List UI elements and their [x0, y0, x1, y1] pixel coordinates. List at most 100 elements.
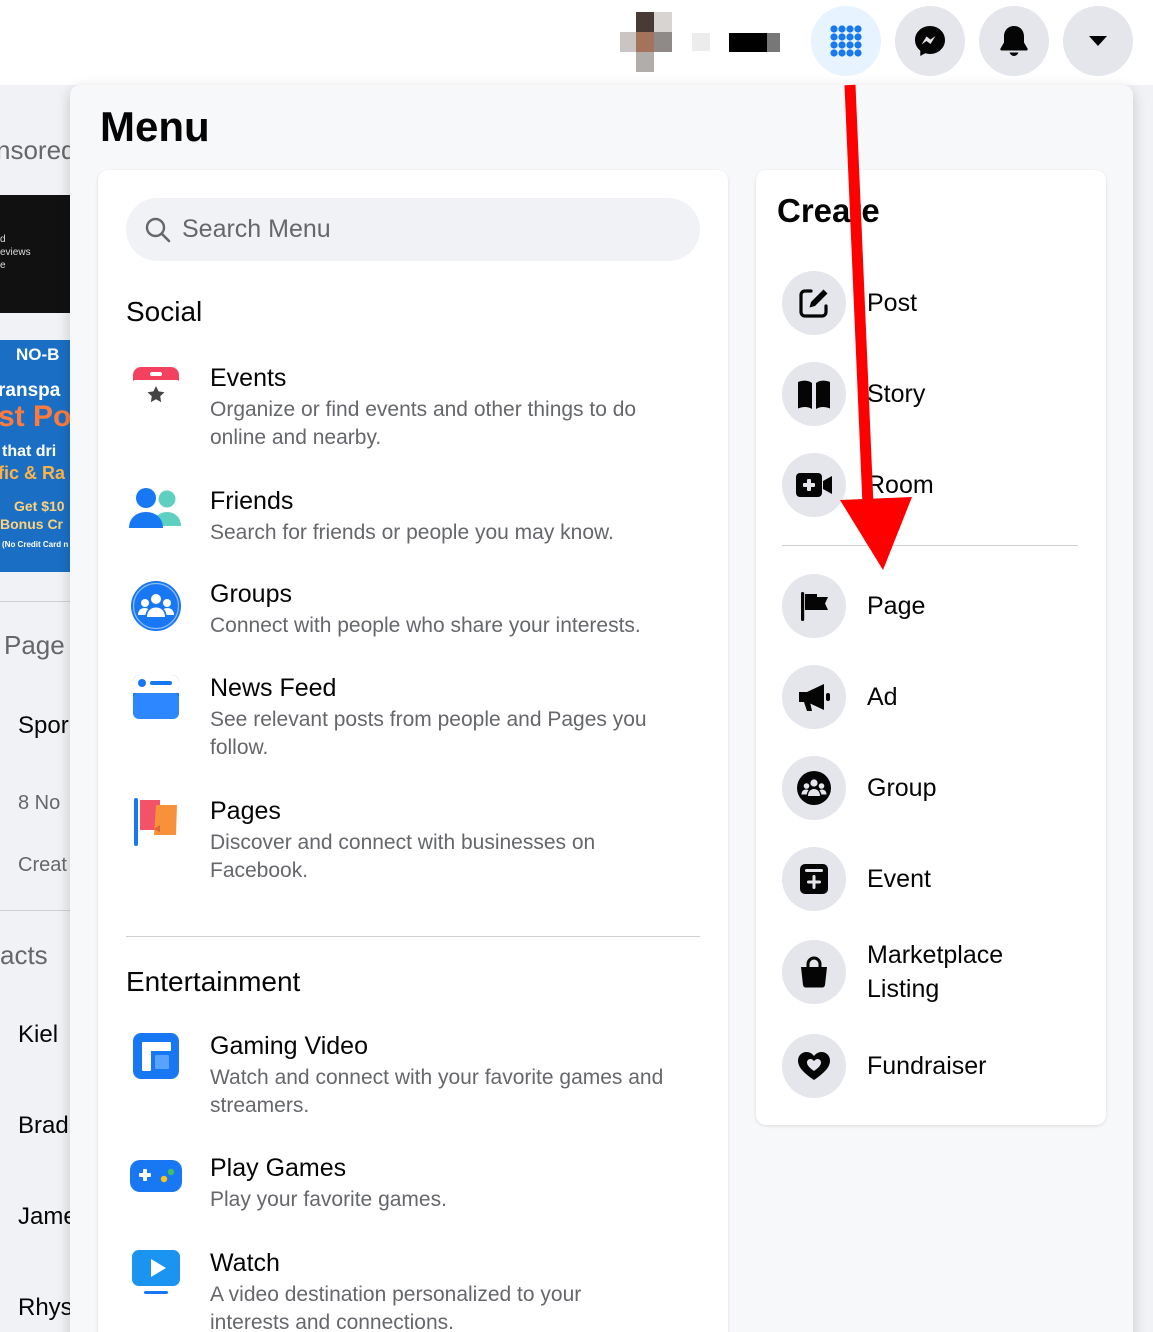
ad2-line: NO-B	[16, 345, 60, 364]
menu-item-title: Friends	[210, 487, 294, 515]
story-book-icon	[782, 362, 846, 426]
divider	[0, 601, 70, 602]
menu-item-events[interactable]: Events Organize or find events and other…	[126, 363, 700, 452]
menu-item-description: Search for friends or people you may kno…	[210, 521, 614, 544]
menu-item-watch[interactable]: Watch A video destination personalized t…	[126, 1248, 700, 1332]
group-icon	[782, 756, 846, 820]
contact-item[interactable]: Kiel	[18, 1021, 58, 1049]
create-card: Create Post Story Room Page Ad Group Eve…	[756, 170, 1106, 1125]
create-item-label: Story	[867, 380, 926, 408]
profile-name-redacted-bar[interactable]	[729, 33, 767, 52]
menu-title: Menu	[100, 103, 210, 150]
left-background-column: nsored d eviews e NO-B ranspa st Po that…	[0, 85, 70, 1332]
create-item-label: Ad	[867, 683, 898, 711]
menu-item-news-feed[interactable]: News Feed See relevant posts from people…	[126, 673, 700, 762]
create-item-label: Page	[867, 592, 926, 620]
ad1-line: eviews	[0, 247, 31, 258]
pages-flag-icon	[126, 796, 186, 856]
menu-item-friends[interactable]: Friends Search for friends or people you…	[126, 486, 700, 547]
video-room-icon	[782, 453, 846, 517]
menu-item-play-games[interactable]: Play Games Play your favorite games.	[126, 1153, 700, 1214]
menu-item-title: Events	[210, 364, 287, 392]
menu-dropdown-panel: Menu Social Events	[70, 85, 1133, 1332]
create-item-label: Event	[867, 865, 931, 893]
ad1-line: d	[0, 234, 6, 245]
create-item-label: Room	[867, 471, 934, 499]
pages-heading: Page	[4, 630, 65, 660]
menu-item-title: News Feed	[210, 674, 337, 702]
ad2-line: that dri	[2, 443, 57, 460]
menu-item-description: See relevant posts from people and Pages…	[210, 708, 647, 759]
profile-name-redacted[interactable]	[692, 33, 710, 51]
menu-item-groups[interactable]: Groups Connect with people who share you…	[126, 579, 700, 640]
contact-item[interactable]: Rhys	[18, 1294, 70, 1322]
account-dropdown-button[interactable]	[1063, 6, 1133, 76]
watch-play-icon	[126, 1248, 186, 1308]
search-icon	[145, 217, 171, 242]
contact-item[interactable]: Jame	[18, 1203, 70, 1231]
ad-megaphone-icon	[782, 665, 846, 729]
menu-item-description: Organize or find events and other things…	[210, 398, 637, 449]
create-divider	[782, 545, 1078, 546]
create-item-label: Group	[867, 774, 937, 802]
ad1-line: e	[0, 260, 6, 271]
menu-item-gaming-video[interactable]: Gaming Video Watch and connect with your…	[126, 1031, 700, 1120]
sponsored-heading: nsored	[0, 135, 70, 165]
sponsored-ad-image-2[interactable]: NO-B ranspa st Po that dri fic & Ra Get …	[0, 340, 70, 572]
menu-grid-icon	[830, 25, 862, 57]
search-menu-input[interactable]	[182, 215, 662, 244]
create-event-button[interactable]: Event	[782, 847, 931, 911]
menu-sections-card: Social Events Organize or find events an…	[98, 170, 728, 1332]
ad2-line: st Po	[0, 400, 70, 433]
page-item[interactable]: Spor	[18, 712, 69, 740]
menu-button[interactable]	[811, 6, 881, 76]
contacts-heading: acts	[0, 940, 48, 970]
menu-item-description: Discover and connect with businesses on …	[210, 831, 596, 882]
search-menu-box[interactable]	[126, 198, 700, 261]
messenger-icon	[915, 26, 945, 56]
create-page-button[interactable]: Page	[782, 574, 925, 638]
edit-post-icon	[782, 271, 846, 335]
groups-icon	[126, 579, 186, 639]
divider	[0, 910, 70, 911]
create-story-button[interactable]: Story	[782, 362, 925, 426]
events-calendar-icon	[126, 363, 186, 423]
create-item-label: Fundraiser	[867, 1052, 987, 1080]
create-item-label: Marketplace Listing	[867, 941, 1004, 1003]
account-dropdown-icon	[1089, 36, 1107, 46]
create-marketplace-listing-button[interactable]: Marketplace Listing	[782, 938, 1037, 1006]
fundraiser-heart-icon	[782, 1034, 846, 1098]
section-title-entertainment: Entertainment	[126, 966, 301, 997]
create-fundraiser-button[interactable]: Fundraiser	[782, 1034, 987, 1098]
menu-item-description: A video destination personalized to your…	[210, 1283, 582, 1332]
contact-item[interactable]: Brad	[18, 1112, 69, 1140]
create-room-button[interactable]: Room	[782, 453, 934, 517]
top-navigation-bar	[0, 0, 1153, 85]
messenger-button[interactable]	[895, 6, 965, 76]
create-item-label: Post	[867, 289, 918, 317]
profile-avatar[interactable]	[620, 12, 680, 72]
page-flag-icon	[782, 574, 846, 638]
notifications-button[interactable]	[979, 6, 1049, 76]
ad2-line: fic & Ra	[0, 463, 66, 483]
create-promotion-link[interactable]: Creat	[18, 854, 67, 877]
menu-item-description: Connect with people who share your inter…	[210, 614, 641, 637]
create-post-button[interactable]: Post	[782, 271, 917, 335]
ad2-line: (No Credit Card n	[2, 540, 69, 549]
create-ad-button[interactable]: Ad	[782, 665, 898, 729]
play-games-controller-icon	[126, 1153, 186, 1213]
menu-item-title: Play Games	[210, 1154, 347, 1182]
create-group-button[interactable]: Group	[782, 756, 936, 820]
friends-icon	[126, 486, 186, 546]
notifications-bell-icon	[1000, 26, 1028, 56]
marketplace-bag-icon	[782, 940, 846, 1004]
menu-item-title: Gaming Video	[210, 1032, 368, 1060]
section-divider	[126, 936, 700, 937]
page-notifications[interactable]: 8 No	[18, 792, 60, 815]
menu-item-description: Play your favorite games.	[210, 1188, 447, 1211]
profile-name-redacted-tail	[767, 33, 780, 52]
menu-item-pages[interactable]: Pages Discover and connect with business…	[126, 796, 700, 885]
sponsored-ad-image-1[interactable]: d eviews e	[0, 195, 70, 313]
ad2-line: ranspa	[0, 380, 61, 401]
menu-item-title: Pages	[210, 797, 281, 825]
